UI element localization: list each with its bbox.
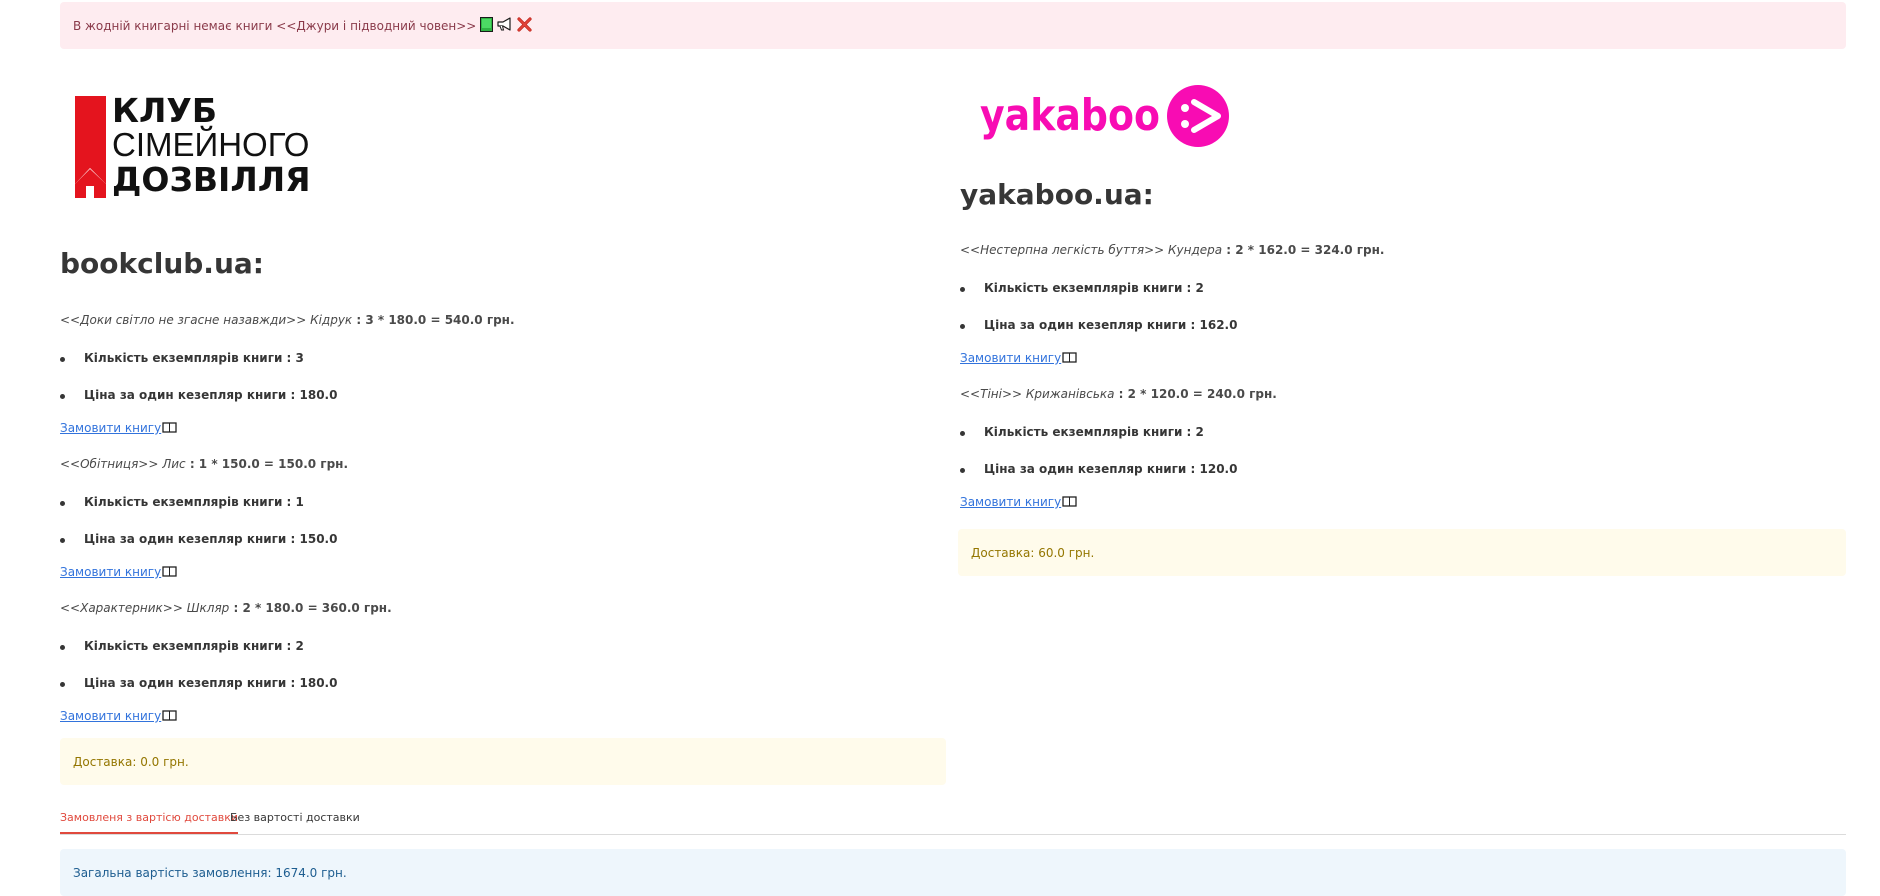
delivery-notice: Доставка: 60.0 грн. (958, 529, 1846, 576)
book-quantity: Кількість екземплярів книги : 2 (60, 639, 304, 653)
open-book-icon (162, 422, 177, 434)
order-book-label: Замовити книгу (960, 495, 1062, 509)
book-title-author: <<Доки світло не згасне назавжди>> Кідру… (60, 313, 353, 327)
book-price: Ціна за один кезепляр книги : 180.0 (59, 676, 338, 690)
book-calc: : 2 * 180.0 = 360.0 грн. (229, 601, 392, 615)
order-book-link[interactable]: Замовити книгу (60, 565, 177, 579)
missing-book-alert: В жодній книгарні немає книги <<Джури і … (60, 2, 1846, 49)
book-icon (480, 16, 494, 35)
book-calc: : 2 * 162.0 = 324.0 грн. (1222, 243, 1385, 257)
book-title-author: <<Обітниця>> Лис (60, 457, 186, 471)
order-book-label: Замовити книгу (60, 565, 162, 579)
alert-message: В жодній книгарні немає книги <<Джури і … (73, 18, 477, 33)
book-calc: : 3 * 180.0 = 540.0 грн. (352, 313, 515, 327)
book-calc: : 1 * 150.0 = 150.0 грн. (185, 457, 349, 471)
yakaboo-logo: yakaboo (980, 84, 1240, 148)
delivery-notice: Доставка: 0.0 грн. (60, 738, 946, 785)
delivery-tabs: Замовленя з вартісю доставки Без вартост… (60, 802, 1846, 835)
book-quantity: Кількість екземплярів книги : 1 (60, 495, 304, 509)
bookclub-logo: КЛУБ СІМЕЙНОГО ДОЗВІЛЛЯ (74, 90, 344, 199)
book-price: Ціна за один кезепляр книги : 180.0 (59, 388, 338, 402)
svg-text:КЛУБ: КЛУБ (112, 91, 217, 130)
book-line: <<Тіні>> Крижанівська : 2 * 120.0 = 240.… (960, 387, 1277, 401)
order-book-link[interactable]: Замовити книгу (960, 495, 1077, 509)
order-book-link[interactable]: Замовити книгу (60, 709, 177, 723)
order-book-label: Замовити книгу (60, 421, 162, 435)
yakaboo-wordmark: yakaboo (980, 90, 1160, 141)
book-title-author: <<Нестерпна легкість буття>> Кундера (960, 243, 1223, 257)
megaphone-icon (497, 17, 513, 34)
book-quantity: Кількість екземплярів книги : 3 (60, 351, 304, 365)
svg-text:ДОЗВІЛЛЯ: ДОЗВІЛЛЯ (112, 160, 311, 198)
open-book-icon (162, 710, 177, 722)
book-line: <<Обітниця>> Лис : 1 * 150.0 = 150.0 грн… (60, 457, 348, 471)
book-price: Ціна за один кезепляр книги : 150.0 (59, 532, 338, 546)
order-book-link[interactable]: Замовити книгу (60, 421, 177, 435)
order-book-label: Замовити книгу (960, 351, 1062, 365)
book-price: Ціна за один кезепляр книги : 120.0 (959, 462, 1238, 476)
book-line: <<Характерник>> Шкляр : 2 * 180.0 = 360.… (60, 601, 392, 615)
book-title-author: <<Характерник>> Шкляр (60, 601, 230, 615)
open-book-icon (1062, 352, 1077, 364)
book-quantity: Кількість екземплярів книги : 2 (960, 281, 1204, 295)
tab-with-delivery[interactable]: Замовленя з вартісю доставки (60, 802, 239, 834)
order-book-link[interactable]: Замовити книгу (960, 351, 1077, 365)
order-total-notice: Загальна вартість замовлення: 1674.0 грн… (60, 849, 1846, 896)
svg-text:СІМЕЙНОГО: СІМЕЙНОГО (112, 126, 309, 163)
book-line: <<Нестерпна легкість буття>> Кундера : 2… (960, 243, 1384, 257)
book-quantity: Кількість екземплярів книги : 2 (960, 425, 1204, 439)
open-book-icon (1062, 496, 1077, 508)
close-icon[interactable] (517, 16, 532, 35)
order-book-label: Замовити книгу (60, 709, 162, 723)
shop-title: yakaboo.ua: (960, 178, 1154, 211)
book-title-author: <<Тіні>> Крижанівська (960, 387, 1115, 401)
tab-without-delivery[interactable]: Без вартості доставки (230, 802, 360, 833)
book-calc: : 2 * 120.0 = 240.0 грн. (1114, 387, 1277, 401)
book-line: <<Доки світло не згасне назавжди>> Кідру… (60, 313, 515, 327)
shop-title: bookclub.ua: (60, 247, 264, 280)
book-price: Ціна за один кезепляр книги : 162.0 (959, 318, 1238, 332)
open-book-icon (162, 566, 177, 578)
